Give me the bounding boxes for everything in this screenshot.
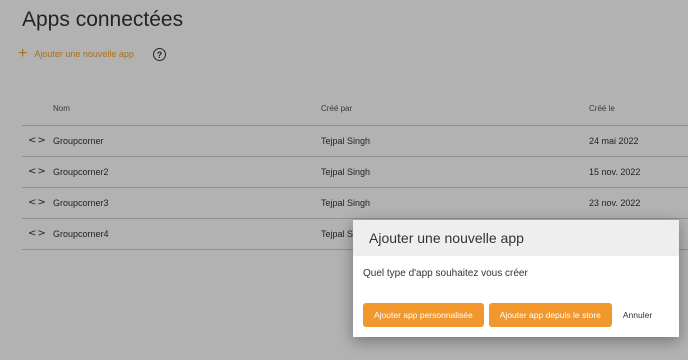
dialog-header: Ajouter une nouvelle app <box>353 220 679 256</box>
add-app-dialog: Ajouter une nouvelle app Quel type d'app… <box>353 220 679 337</box>
dialog-question: Quel type d'app souhaitez vous créer <box>363 268 528 279</box>
dialog-actions: Ajouter app personnalisée Ajouter app de… <box>363 303 669 327</box>
cancel-button[interactable]: Annuler <box>623 310 652 320</box>
dialog-body: Quel type d'app souhaitez vous créer <box>353 256 679 279</box>
add-custom-app-button[interactable]: Ajouter app personnalisée <box>363 303 484 327</box>
add-store-app-button[interactable]: Ajouter app depuis le store <box>488 303 612 327</box>
dialog-title: Ajouter une nouvelle app <box>369 230 524 246</box>
